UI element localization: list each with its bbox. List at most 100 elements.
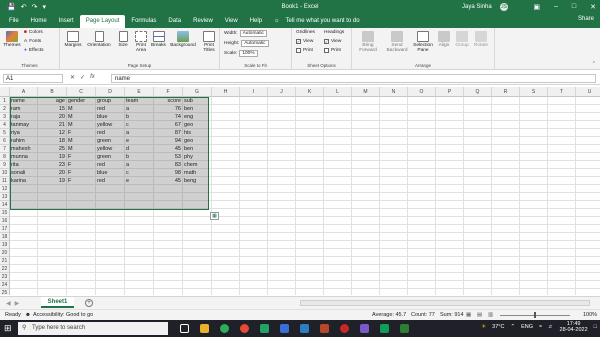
header-cell-group[interactable]: group — [97, 97, 123, 105]
table-cell[interactable]: red — [97, 105, 123, 113]
table-cell[interactable]: e — [126, 177, 152, 185]
tab-formulas[interactable]: Formulas — [125, 15, 162, 28]
accessibility-status[interactable]: Accessibility: Good to go — [33, 310, 93, 320]
margins-button[interactable]: Margins — [63, 31, 83, 48]
formula-input[interactable]: name — [111, 74, 596, 83]
column-header-t[interactable]: T — [548, 87, 576, 97]
table-cell[interactable]: 87 — [155, 129, 181, 137]
table-cell[interactable]: tanmay — [11, 121, 36, 129]
task-view-icon[interactable] — [180, 324, 189, 333]
print-area-button[interactable]: Print Area — [132, 31, 150, 53]
column-header-k[interactable]: K — [296, 87, 324, 97]
table-cell[interactable]: 94 — [155, 137, 181, 145]
table-cell[interactable]: red — [97, 129, 123, 137]
background-button[interactable]: Background — [168, 31, 198, 48]
row-header-24[interactable]: 24 — [0, 281, 10, 289]
table-cell[interactable]: b — [126, 153, 152, 161]
send-backward-button[interactable]: Send Backward — [383, 31, 411, 53]
table-cell[interactable]: eng — [184, 113, 210, 121]
group-button[interactable]: Group — [453, 31, 471, 48]
print-titles-button[interactable]: Print Titles — [199, 31, 219, 53]
select-all-corner[interactable] — [0, 87, 10, 97]
table-cell[interactable]: b — [126, 113, 152, 121]
fonts-button[interactable]: A Fonts — [24, 39, 41, 44]
row-header-7[interactable]: 7 — [0, 145, 10, 153]
row-header-12[interactable]: 12 — [0, 185, 10, 193]
table-cell[interactable]: F — [68, 161, 94, 169]
table-cell[interactable]: phy — [184, 153, 210, 161]
row-header-22[interactable]: 22 — [0, 265, 10, 273]
table-cell[interactable]: 15 — [39, 105, 65, 113]
table-cell[interactable]: 98 — [155, 169, 181, 177]
row-header-10[interactable]: 10 — [0, 169, 10, 177]
table-cell[interactable]: F — [68, 177, 94, 185]
table-cell[interactable]: 45 — [155, 145, 181, 153]
avatar[interactable]: JS — [500, 3, 508, 11]
row-header-15[interactable]: 15 — [0, 209, 10, 217]
app-red-icon[interactable] — [340, 324, 349, 333]
table-cell[interactable]: a — [126, 161, 152, 169]
header-cell-name[interactable]: name — [11, 97, 36, 105]
column-header-q[interactable]: Q — [464, 87, 492, 97]
cancel-icon[interactable]: ✕ — [70, 74, 75, 81]
column-header-g[interactable]: G — [183, 87, 212, 97]
app-purple-icon[interactable] — [360, 324, 369, 333]
gridlines-view-checkbox[interactable]: ✓ View — [296, 39, 313, 44]
sheet-nav-arrows[interactable]: ◀▶ — [6, 300, 23, 307]
table-cell[interactable]: 23 — [39, 161, 65, 169]
themes-button[interactable]: Themes — [2, 31, 22, 48]
edge-icon[interactable] — [220, 324, 229, 333]
row-header-16[interactable]: 16 — [0, 217, 10, 225]
table-cell[interactable]: red — [97, 161, 123, 169]
share-button[interactable]: Share — [578, 16, 594, 22]
table-cell[interactable]: 25 — [39, 145, 65, 153]
table-cell[interactable]: karina — [11, 177, 36, 185]
table-cell[interactable]: 74 — [155, 113, 181, 121]
table-cell[interactable]: chem — [184, 161, 210, 169]
bring-forward-button[interactable]: Bring Forward — [354, 31, 382, 53]
column-header-b[interactable]: B — [38, 87, 67, 97]
minimize-icon[interactable]: – — [554, 3, 558, 11]
table-cell[interactable]: 12 — [39, 129, 65, 137]
weather-icon[interactable]: ☀ — [481, 324, 486, 330]
table-cell[interactable]: M — [68, 145, 94, 153]
row-header-25[interactable]: 25 — [0, 289, 10, 295]
table-cell[interactable]: blue — [97, 113, 123, 121]
column-header-e[interactable]: E — [125, 87, 154, 97]
table-cell[interactable]: 53 — [155, 153, 181, 161]
notifications-icon[interactable]: □ — [594, 324, 597, 330]
name-box[interactable]: A1 — [3, 74, 63, 83]
height-select[interactable]: Automatic — [241, 40, 269, 47]
table-cell[interactable]: blue — [97, 169, 123, 177]
page-break-view-icon[interactable]: ▥ — [488, 310, 493, 320]
weather-temp[interactable]: 37°C — [492, 324, 504, 330]
width-select[interactable]: Automatic — [239, 30, 267, 37]
word-icon[interactable] — [280, 324, 289, 333]
table-cell[interactable]: F — [68, 129, 94, 137]
horizontal-scrollbar[interactable] — [300, 300, 590, 306]
normal-view-icon[interactable]: ▦ — [466, 310, 471, 320]
row-header-21[interactable]: 21 — [0, 257, 10, 265]
table-cell[interactable]: d — [126, 145, 152, 153]
sheet-tab-sheet1[interactable]: Sheet1 — [41, 297, 74, 308]
tab-insert[interactable]: Insert — [53, 15, 80, 28]
table-cell[interactable]: ben — [184, 145, 210, 153]
app-green-icon[interactable] — [380, 324, 389, 333]
row-header-14[interactable]: 14 — [0, 201, 10, 209]
excel-taskbar-icon[interactable] — [260, 324, 269, 333]
user-name[interactable]: Jaya Sinha — [462, 4, 492, 10]
table-cell[interactable]: his — [184, 129, 210, 137]
page-layout-view-icon[interactable]: ▤ — [477, 310, 482, 320]
table-cell[interactable]: geo — [184, 121, 210, 129]
tray-arrow-icon[interactable]: ⌃ — [510, 324, 515, 330]
table-cell[interactable]: green — [97, 153, 123, 161]
header-cell-gender[interactable]: gender — [68, 97, 94, 105]
quick-analysis-icon[interactable]: ▦ — [210, 212, 219, 220]
size-button[interactable]: Size — [115, 31, 131, 48]
row-header-6[interactable]: 6 — [0, 137, 10, 145]
table-cell[interactable]: munna — [11, 153, 36, 161]
header-cell-age[interactable]: age — [39, 97, 65, 105]
gridlines-print-checkbox[interactable]: Print — [296, 48, 313, 53]
zoom-slider-thumb[interactable] — [534, 312, 536, 318]
table-cell[interactable]: 21 — [39, 121, 65, 129]
